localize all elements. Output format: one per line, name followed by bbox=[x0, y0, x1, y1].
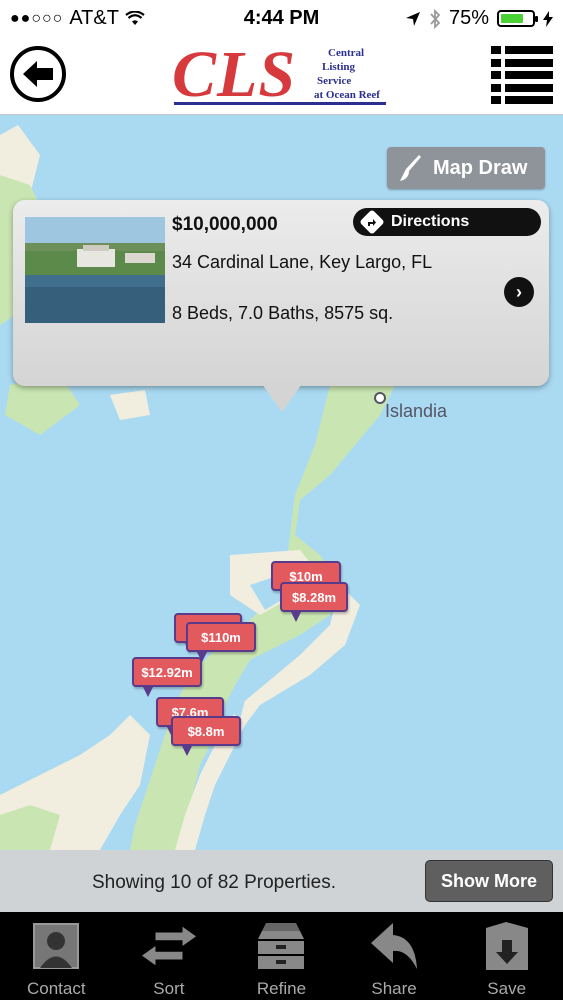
menu-icon-row bbox=[491, 46, 553, 54]
save-icon bbox=[480, 919, 534, 973]
battery-percent: 75% bbox=[448, 7, 489, 29]
sort-icon bbox=[141, 919, 196, 973]
map-draw-label: Map Draw bbox=[433, 156, 528, 179]
logo-text: CLS bbox=[172, 38, 297, 111]
battery-icon bbox=[497, 10, 538, 27]
tab-bar: Contact Sort Refine Share Save bbox=[0, 912, 563, 1000]
property-price: $10,000,000 bbox=[172, 214, 278, 235]
price-marker[interactable]: $8.8m bbox=[171, 716, 241, 756]
cls-logo: CLS Central Listing Service at Ocean Ree… bbox=[172, 42, 392, 110]
status-right: 75% bbox=[405, 7, 553, 30]
share-icon bbox=[367, 919, 421, 973]
results-count: Showing 10 of 82 Properties. bbox=[92, 872, 336, 893]
menu-icon-row bbox=[491, 58, 553, 67]
logo-subtitle-line: Listing bbox=[322, 61, 356, 73]
logo-subtitle-line: Central bbox=[328, 47, 365, 59]
property-callout[interactable]: $10,000,000 34 Cardinal Lane, Key Largo,… bbox=[13, 200, 549, 386]
tab-sort[interactable]: Sort bbox=[113, 912, 226, 1000]
directions-button[interactable]: Directions bbox=[353, 208, 541, 236]
show-more-button[interactable]: Show More bbox=[425, 860, 553, 902]
charging-icon bbox=[543, 10, 553, 27]
logo-subtitle-line: Service bbox=[317, 75, 352, 87]
menu-icon-row bbox=[491, 96, 553, 104]
back-button[interactable] bbox=[10, 46, 66, 102]
directions-icon bbox=[359, 209, 385, 235]
tab-label: Contact bbox=[27, 979, 86, 998]
contact-icon bbox=[29, 919, 83, 973]
price-marker[interactable]: $110m bbox=[186, 622, 256, 662]
battery-level bbox=[501, 14, 523, 23]
tab-label: Sort bbox=[153, 979, 185, 998]
property-address: 34 Cardinal Lane, Key Largo, FL bbox=[172, 252, 433, 272]
logo-underline bbox=[174, 102, 386, 105]
logo-subtitle-line: at Ocean Reef bbox=[314, 89, 380, 101]
refine-icon bbox=[254, 919, 308, 973]
location-arrow-icon bbox=[405, 11, 420, 26]
menu-icon-row bbox=[491, 83, 553, 92]
tab-label: Save bbox=[487, 979, 527, 998]
tab-label: Refine bbox=[256, 979, 307, 998]
map-draw-button[interactable]: Map Draw bbox=[387, 147, 545, 189]
back-arrow-icon bbox=[23, 61, 53, 87]
results-bar: Showing 10 of 82 Properties. Show More bbox=[0, 850, 563, 912]
bluetooth-icon bbox=[430, 8, 441, 29]
tab-share[interactable]: Share bbox=[338, 912, 451, 1000]
logo-subtitle: Central Listing Service at Ocean Reef bbox=[314, 46, 380, 102]
price-marker[interactable]: $12.92m bbox=[132, 657, 202, 697]
status-bar: ●●○○○ AT&T 4:44 PM 75% bbox=[0, 0, 563, 38]
property-details: 8 Beds, 7.0 Baths, 8575 sq. bbox=[172, 303, 394, 323]
price-marker[interactable]: $8.28m bbox=[280, 582, 348, 622]
chevron-right-icon[interactable]: › bbox=[504, 277, 534, 307]
paintbrush-icon bbox=[400, 155, 421, 181]
property-photo[interactable] bbox=[25, 217, 165, 323]
menu-icon-row bbox=[491, 71, 553, 79]
directions-label: Directions bbox=[391, 213, 470, 230]
place-label: Islandia bbox=[385, 401, 448, 421]
app-header: CLS Central Listing Service at Ocean Ree… bbox=[0, 38, 563, 115]
callout-pointer bbox=[262, 384, 302, 412]
tab-save[interactable]: Save bbox=[450, 912, 563, 1000]
tab-contact[interactable]: Contact bbox=[0, 912, 113, 1000]
menu-button[interactable] bbox=[491, 44, 553, 106]
tab-label: Share bbox=[371, 979, 417, 998]
tab-refine[interactable]: Refine bbox=[225, 912, 338, 1000]
